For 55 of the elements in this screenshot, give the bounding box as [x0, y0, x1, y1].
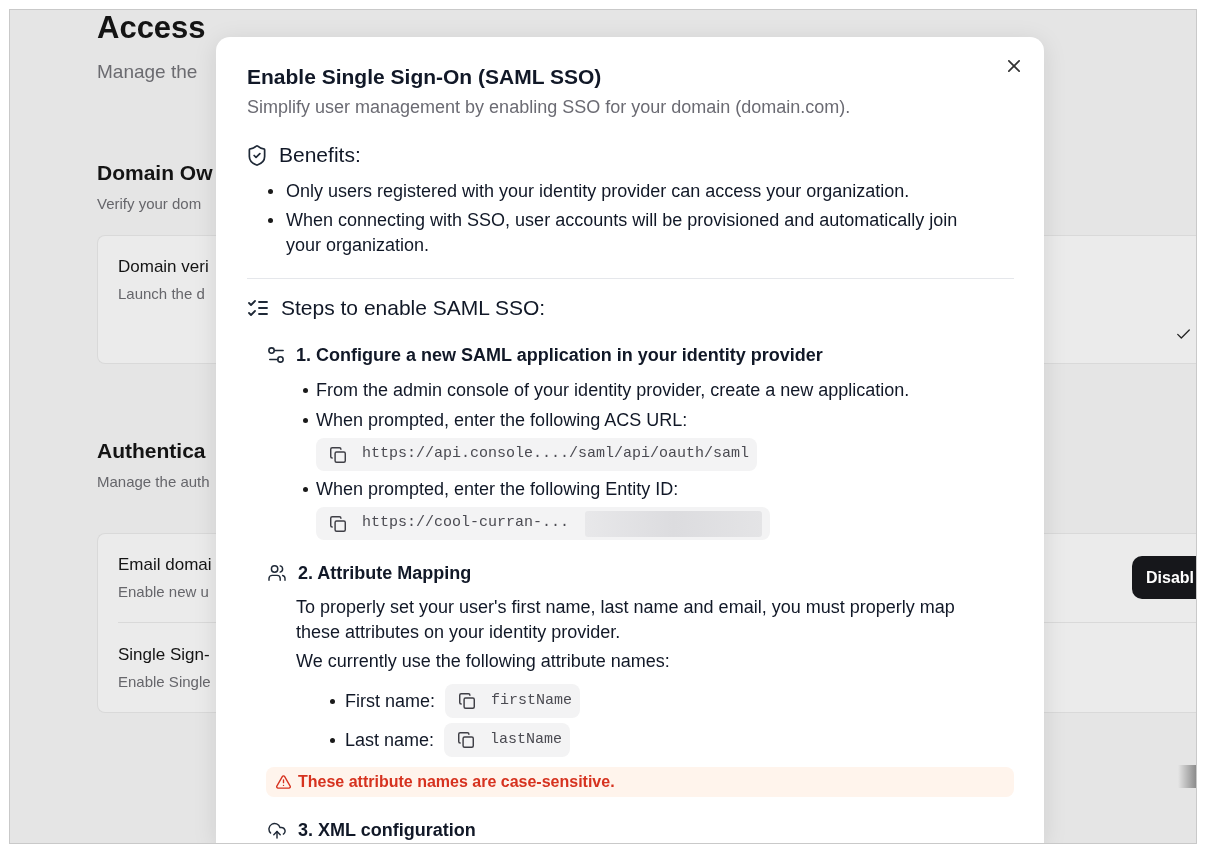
- warning-text: These attribute names are case-sensitive.: [298, 772, 615, 792]
- page-title: Access: [97, 10, 206, 46]
- copy-code-button[interactable]: lastName: [444, 723, 571, 757]
- users-icon: [268, 565, 286, 581]
- section-heading: Domain Ow: [97, 160, 213, 186]
- bullet-icon: [330, 737, 335, 743]
- section-heading: Benefits:: [279, 142, 361, 168]
- paragraph-text: To properly set your user's first name, last name and email, you must properly map these attributes on your identity provider.: [296, 596, 956, 644]
- attribute-label: Last name:: [345, 729, 435, 752]
- section-description: Manage the auth: [97, 472, 210, 492]
- copy-code-button[interactable]: https://api.console..../saml/api/oauth/saml: [316, 438, 758, 471]
- setting-description: Enable new u: [118, 582, 209, 602]
- setting-title: Domain veri: [118, 256, 209, 278]
- bullet-icon: [268, 189, 273, 194]
- copy-icon: [459, 693, 476, 709]
- dialog-subtitle: Simplify user management by enabling SSO for your domain (domain.com).: [247, 96, 851, 119]
- instruction-text: When prompted, enter the following ACS URL:: [316, 409, 688, 432]
- sliders-icon: [268, 347, 284, 363]
- check-icon: [1177, 329, 1190, 339]
- section-description: Verify your dom: [97, 194, 202, 214]
- copy-icon: [330, 446, 346, 463]
- close-button[interactable]: [1008, 60, 1020, 72]
- setting-description: Launch the d: [118, 284, 205, 304]
- copy-icon: [458, 732, 475, 748]
- fade-bar: [1178, 765, 1196, 788]
- action-button[interactable]: Disabl: [1132, 556, 1196, 599]
- bullet-icon: [303, 417, 308, 423]
- warning-icon: [276, 775, 291, 789]
- instruction-text: From the admin console of your identity provider, create a new application.: [316, 379, 910, 402]
- step-title: 2. Attribute Mapping: [298, 562, 472, 585]
- dialog-title: Enable Single Sign-On (SAML SSO): [247, 64, 602, 90]
- bullet-icon: [303, 486, 308, 492]
- close-icon: [1008, 60, 1020, 72]
- setting-description: Enable Single: [118, 672, 211, 692]
- benefit-text: When connecting with SSO, user accounts will be provisioned and automatically join your organization.: [286, 209, 959, 257]
- section-heading: Authentica: [97, 438, 206, 464]
- bullet-icon: [330, 698, 335, 704]
- attribute-label: First name:: [345, 690, 436, 713]
- shield-check-icon: [248, 144, 266, 166]
- instruction-text: When prompted, enter the following Entity ID:: [316, 478, 679, 501]
- copy-code-button[interactable]: firstName: [445, 684, 581, 718]
- benefit-text: Only users registered with your identity provider can access your organization.: [286, 180, 910, 203]
- checklist-icon: [248, 300, 268, 316]
- step-title: 3. XML configuration: [298, 819, 476, 842]
- page-subtitle: Manage the: [97, 60, 198, 84]
- cloud-upload-icon: [268, 821, 286, 839]
- setting-title: Email domai: [118, 554, 212, 576]
- step-title: 1. Configure a new SAML application in your identity provider: [296, 344, 823, 367]
- section-heading: Steps to enable SAML SSO:: [281, 295, 546, 321]
- setting-title: Single Sign-: [118, 644, 210, 666]
- bullet-icon: [303, 387, 308, 393]
- copy-code-button[interactable]: https://cool-curran-...: [316, 507, 771, 540]
- copy-icon: [330, 515, 346, 532]
- paragraph-text: We currently use the following attribute names:: [296, 650, 670, 673]
- bullet-icon: [268, 218, 273, 223]
